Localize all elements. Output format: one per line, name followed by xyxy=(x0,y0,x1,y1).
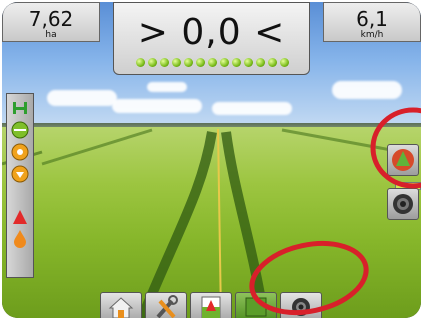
camera-tab[interactable] xyxy=(280,292,322,318)
lightbar-led xyxy=(172,57,181,67)
tilt-icon xyxy=(13,210,27,224)
guidance-screen: 7,62 ha > 0,0 < 6,1 km/h xyxy=(2,2,421,318)
lightbar-led xyxy=(196,57,205,67)
lightbar-led xyxy=(280,57,289,67)
boom-width-icon xyxy=(11,121,29,139)
vehicle-view-button[interactable] xyxy=(387,144,419,176)
lightbar-led xyxy=(136,57,145,67)
lightbar-led xyxy=(148,57,157,67)
boom-status-icon xyxy=(13,102,27,114)
guidance-tab[interactable] xyxy=(190,292,232,318)
home-icon xyxy=(108,297,134,318)
guidance-mode-icon xyxy=(11,143,29,161)
gps-status-icon xyxy=(11,165,29,183)
speed-unit: km/h xyxy=(360,30,384,40)
map-icon xyxy=(245,297,267,317)
home-tab[interactable] xyxy=(100,292,142,318)
map-tab[interactable] xyxy=(235,292,277,318)
tools-icon xyxy=(156,295,178,318)
status-bar[interactable] xyxy=(6,93,34,278)
vehicle-view-icon xyxy=(392,149,414,171)
lightbar-led xyxy=(232,57,241,67)
zoom-icon xyxy=(393,194,413,214)
guidance-line xyxy=(217,128,222,318)
guidance-icon xyxy=(201,296,221,318)
lightbar-led xyxy=(208,57,217,67)
area-unit: ha xyxy=(45,30,57,40)
bottom-tab-bar xyxy=(100,292,330,318)
lightbar-led xyxy=(160,57,169,67)
lightbar-led xyxy=(184,57,193,67)
lightbar-led xyxy=(244,57,253,67)
lightbar-led xyxy=(268,57,277,67)
lightbar xyxy=(136,56,289,68)
lightbar-led xyxy=(256,57,265,67)
speed-readout[interactable]: 6,1 km/h xyxy=(323,2,421,42)
area-value: 7,62 xyxy=(28,7,74,31)
speed-value: 6,1 xyxy=(356,7,388,31)
area-readout[interactable]: 7,62 ha xyxy=(2,2,100,42)
camera-icon xyxy=(292,298,310,316)
lightbar-led xyxy=(220,57,229,67)
lightbar-panel: > 0,0 < xyxy=(113,2,310,75)
cross-track-error: > 0,0 < xyxy=(137,12,286,53)
tools-tab[interactable] xyxy=(145,292,187,318)
zoom-button[interactable] xyxy=(387,188,419,220)
product-icon xyxy=(14,230,26,248)
